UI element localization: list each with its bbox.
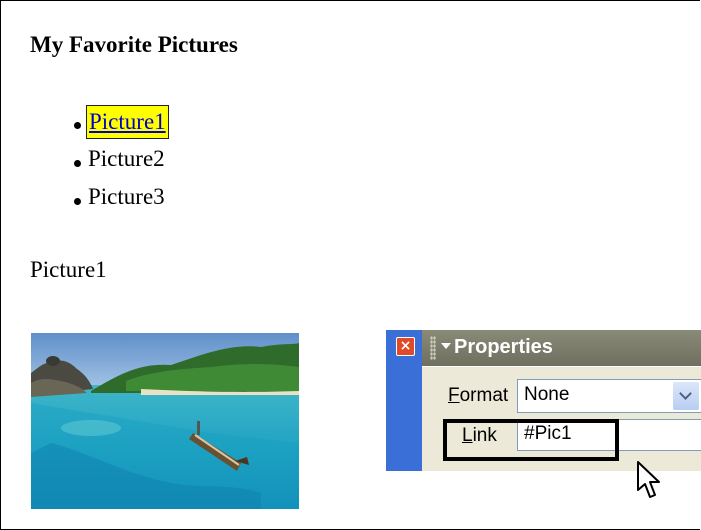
picture1-link[interactable]: Picture1 [86, 105, 169, 139]
callout-highlight-box [443, 419, 619, 461]
format-value: None [524, 384, 570, 405]
picture2-item[interactable]: Picture2 [88, 141, 165, 177]
chevron-down-icon[interactable] [673, 382, 699, 410]
drag-grip-icon[interactable] [430, 336, 436, 360]
beach-boat-photo[interactable] [31, 333, 299, 509]
picture3-item[interactable]: Picture3 [88, 179, 165, 215]
format-label: Format [448, 385, 509, 406]
panel-title[interactable]: Properties [454, 336, 553, 359]
bullet-icon [74, 160, 81, 167]
format-row: Format None A [422, 379, 701, 413]
picture-heading[interactable]: Picture1 [30, 257, 107, 283]
collapse-arrow-icon[interactable] [441, 343, 451, 349]
bullet-icon [74, 122, 81, 129]
mouse-pointer-icon [637, 461, 660, 498]
format-select[interactable]: None [517, 379, 701, 413]
close-icon[interactable]: × [396, 337, 415, 356]
page-title: My Favorite Pictures [30, 32, 238, 57]
bullet-icon [74, 198, 81, 205]
